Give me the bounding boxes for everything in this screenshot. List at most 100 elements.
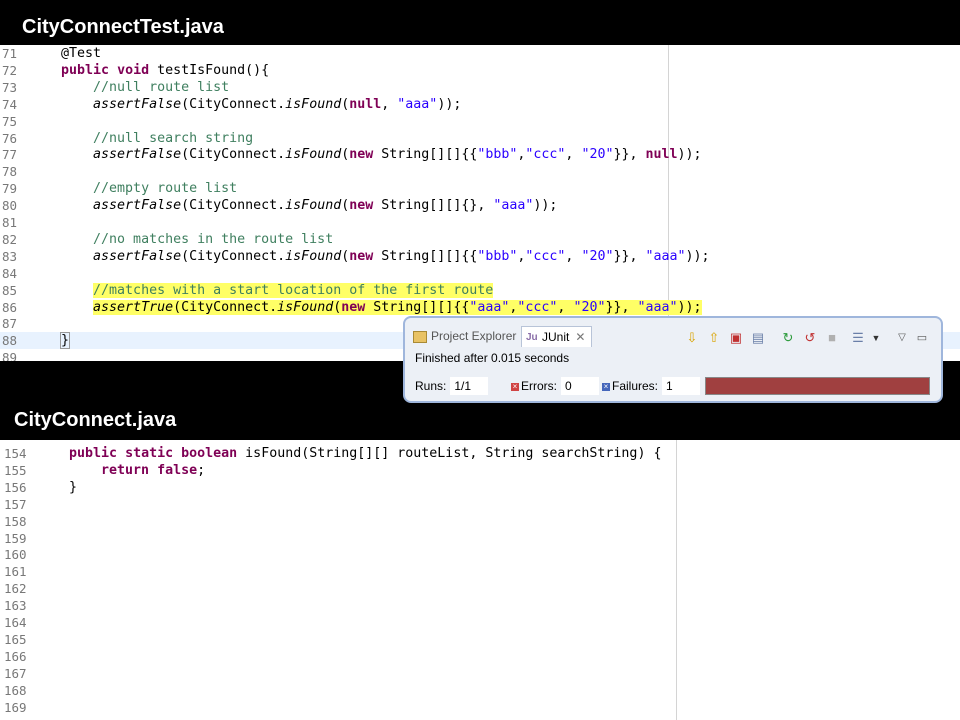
code-line[interactable]: 160 <box>0 546 960 563</box>
code-line[interactable]: 78 <box>0 163 960 180</box>
line-number: 155 <box>4 462 27 478</box>
code-line[interactable]: 80 assertFalse(CityConnect.isFound(new S… <box>0 197 960 214</box>
main-code-editor[interactable]: 154 public static boolean isFound(String[… <box>0 440 960 720</box>
line-number: 166 <box>4 648 27 664</box>
code-line[interactable]: 83 assertFalse(CityConnect.isFound(new S… <box>0 248 960 265</box>
show-failures-only-icon[interactable]: ▣ <box>727 329 745 347</box>
line-number: 88 <box>2 333 18 349</box>
code-line[interactable]: 86 assertTrue(CityConnect.isFound(new St… <box>0 299 960 316</box>
rerun-failed-first-icon[interactable]: ↺ <box>801 329 819 347</box>
line-number: 157 <box>4 496 27 512</box>
code-line[interactable]: 162 <box>0 580 960 597</box>
close-icon[interactable]: ✕ <box>575 330 585 344</box>
code-text: assertFalse(CityConnect.isFound(null, "a… <box>93 96 462 112</box>
code-text: public void testIsFound(){ <box>61 62 270 78</box>
code-line[interactable]: 158 <box>0 513 960 530</box>
test-counters: Runs: 1/1 × Errors: 0 × Failures: 1 <box>415 377 935 395</box>
folder-icon <box>413 330 427 343</box>
code-line[interactable]: 76 //null search string <box>0 130 960 147</box>
code-text: } <box>69 479 78 495</box>
code-line[interactable]: 77 assertFalse(CityConnect.isFound(new S… <box>0 146 960 163</box>
code-line[interactable]: 84 <box>0 265 960 282</box>
line-number: 77 <box>2 147 18 163</box>
runs-counter: Runs: 1/1 <box>415 377 489 395</box>
failure-icon: × <box>602 381 610 391</box>
code-line[interactable]: 163 <box>0 597 960 614</box>
line-number: 165 <box>4 631 27 647</box>
code-line[interactable]: 159 <box>0 530 960 547</box>
view-tabs: Project Explorer Ju JUnit ✕ ⇩ ⇧ ▣ ▤ ↻ ↺ ■ … <box>411 324 935 347</box>
line-number: 158 <box>4 513 27 529</box>
line-number: 71 <box>2 46 18 61</box>
line-number: 159 <box>4 530 27 546</box>
line-number: 161 <box>4 564 27 580</box>
code-line[interactable]: 156} <box>0 479 960 496</box>
code-line[interactable]: 71 @Test <box>0 45 960 62</box>
junit-icon: Ju <box>526 331 538 343</box>
code-line[interactable]: 82 //no matches in the route list <box>0 231 960 248</box>
code-line[interactable]: 165 <box>0 631 960 648</box>
code-line[interactable]: 154 public static boolean isFound(String[… <box>0 445 960 462</box>
line-number: 156 <box>4 479 27 495</box>
code-line[interactable]: 72 public void testIsFound(){ <box>0 62 960 79</box>
junit-panel: Project Explorer Ju JUnit ✕ ⇩ ⇧ ▣ ▤ ↻ ↺ ■ … <box>403 316 943 403</box>
test-code-editor[interactable]: 71 @Test 72 public void testIsFound(){73 //… <box>0 45 960 361</box>
tab-project-explorer-label: Project Explorer <box>431 329 517 343</box>
line-number: 87 <box>2 316 18 332</box>
errors-counter: × Errors: 0 <box>511 377 599 395</box>
line-number: 75 <box>2 113 18 129</box>
scroll-lock-icon[interactable]: ▤ <box>749 329 767 347</box>
code-text: //matches with a start location of the f… <box>93 282 494 298</box>
line-number: 73 <box>2 79 18 95</box>
line-number: 82 <box>2 231 18 247</box>
tab-project-explorer[interactable]: Project Explorer <box>413 326 516 346</box>
line-number: 74 <box>2 96 18 112</box>
line-number: 160 <box>4 547 27 563</box>
code-line[interactable]: 164 <box>0 614 960 631</box>
code-line[interactable]: 73 //null route list <box>0 79 960 96</box>
rerun-test-icon[interactable]: ↻ <box>779 329 797 347</box>
line-number: 86 <box>2 299 18 315</box>
code-line[interactable]: 166 <box>0 648 960 665</box>
code-text: assertFalse(CityConnect.isFound(new Stri… <box>93 198 558 214</box>
code-line[interactable]: 79 //empty route list <box>0 180 960 197</box>
code-line[interactable]: 168 <box>0 682 960 699</box>
view-menu-icon[interactable]: ▽ <box>893 329 911 347</box>
line-number: 163 <box>4 598 27 614</box>
code-line[interactable]: 161 <box>0 563 960 580</box>
test-run-history-icon[interactable]: ☰ <box>849 329 867 347</box>
line-number: 78 <box>2 164 18 180</box>
code-text: @Test <box>61 46 102 61</box>
code-line[interactable]: 74 assertFalse(CityConnect.isFound(null,… <box>0 96 960 113</box>
line-number: 76 <box>2 130 18 146</box>
test-progress-bar <box>705 377 930 395</box>
stop-icon[interactable]: ■ <box>823 329 841 347</box>
line-number: 84 <box>2 265 18 281</box>
errors-label: Errors: <box>521 379 557 393</box>
runs-label: Runs: <box>415 379 447 393</box>
line-number: 169 <box>4 699 27 715</box>
code-text: assertTrue(CityConnect.isFound(new Strin… <box>93 299 702 315</box>
line-number: 164 <box>4 615 27 630</box>
failures-label: Failures: <box>612 379 659 393</box>
minimize-icon[interactable]: ▭ <box>913 329 931 347</box>
line-number: 162 <box>4 581 27 597</box>
code-line[interactable]: 85 //matches with a start location of th… <box>0 282 960 299</box>
code-line[interactable]: 169 <box>0 699 960 716</box>
tab-junit-label: JUnit <box>542 330 570 344</box>
code-line[interactable]: 155 return false; <box>0 462 960 479</box>
line-number: 83 <box>2 248 18 264</box>
code-line[interactable]: 167 <box>0 665 960 682</box>
line-number: 167 <box>4 665 27 681</box>
code-line[interactable]: 157 <box>0 496 960 513</box>
code-line[interactable]: 81 <box>0 214 960 231</box>
next-failure-icon[interactable]: ⇩ <box>683 329 701 347</box>
tab-junit[interactable]: Ju JUnit ✕ <box>521 326 593 347</box>
code-text: } <box>59 332 71 350</box>
main-file-title: CityConnect.java <box>14 409 177 431</box>
history-dropdown-icon[interactable]: ▼ <box>867 329 885 347</box>
line-number: 81 <box>2 215 18 230</box>
code-line[interactable]: 75 <box>0 113 960 130</box>
previous-failure-icon[interactable]: ⇧ <box>705 329 723 347</box>
code-text: //no matches in the route list <box>93 231 334 247</box>
